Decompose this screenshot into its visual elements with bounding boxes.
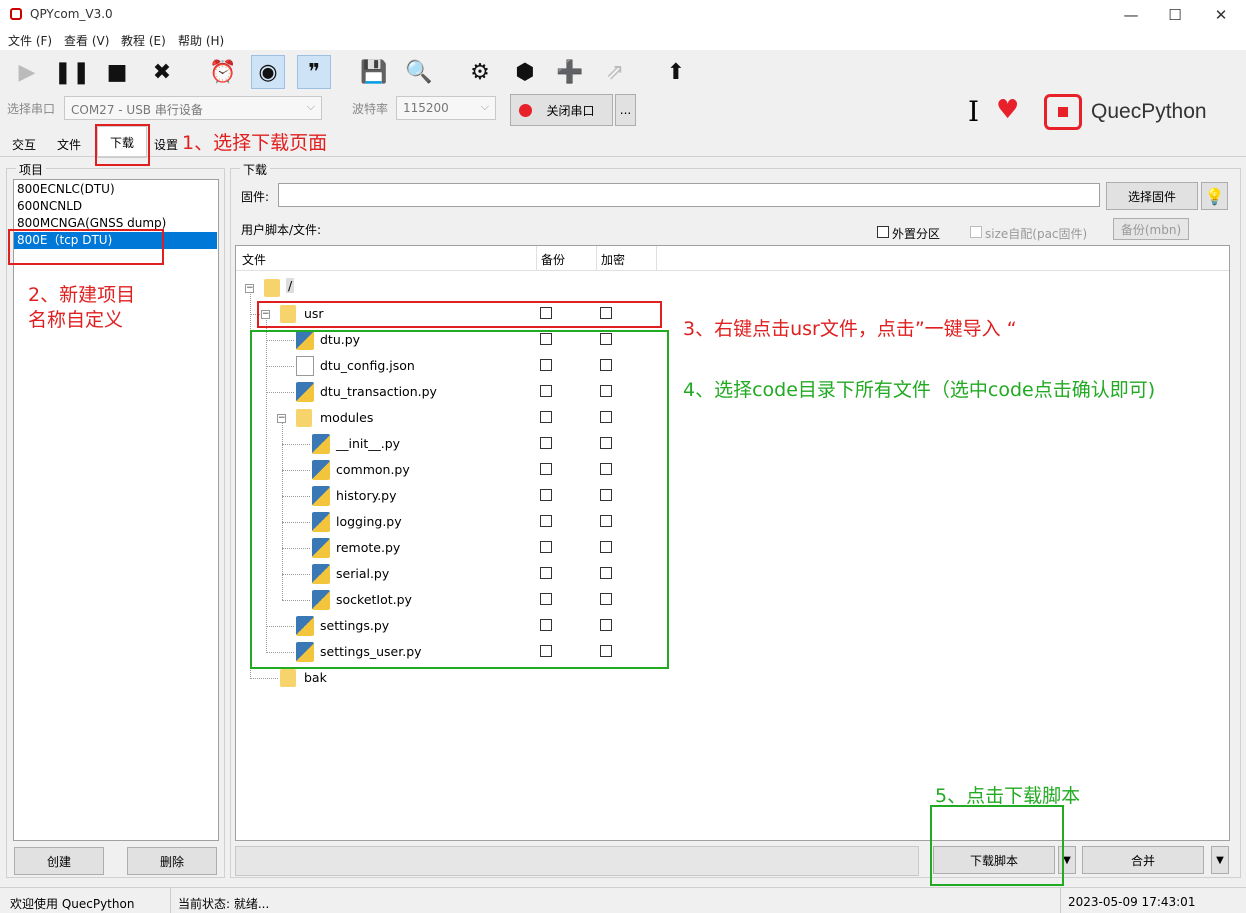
progress-bar — [235, 846, 919, 876]
window-title: QPYcom_V3.0 — [30, 7, 113, 21]
merge-button[interactable]: 合并 — [1082, 846, 1204, 874]
baud-select-value: 115200 — [403, 101, 449, 115]
tab-divider — [0, 156, 1246, 157]
highlight-download-button — [930, 805, 1064, 886]
highlight-new-project — [8, 229, 164, 265]
size-adaptive-label: size自配(pac固件) — [985, 227, 1088, 241]
status-divider — [170, 888, 171, 913]
menu-help[interactable]: 帮助 (H) — [178, 32, 224, 49]
select-firmware-button[interactable]: 选择固件 — [1106, 182, 1198, 210]
collapse-icon[interactable]: − — [245, 284, 254, 293]
firmware-label: 固件: — [241, 190, 270, 204]
quecpython-logo-icon — [1044, 94, 1082, 130]
list-item[interactable]: 600NCNLD — [14, 198, 217, 215]
gear-icon[interactable]: ⚙ — [463, 55, 497, 89]
delete-project-button[interactable]: 删除 — [127, 847, 217, 875]
maximize-button[interactable]: ☐ — [1152, 0, 1198, 30]
tree-line — [250, 678, 278, 679]
firmware-input[interactable] — [278, 183, 1100, 207]
port-select[interactable]: COM27 - USB 串行设备 ⌵ — [64, 96, 322, 120]
column-divider — [536, 246, 537, 270]
highlight-download-tab — [95, 124, 150, 166]
menu-bar: 文件 (F) 查看 (V) 教程 (E) 帮助 (H) — [0, 30, 1246, 50]
annotation-step1: 1、选择下载页面 — [182, 132, 328, 154]
annotation-step2: 2、新建项目 名称自定义 — [28, 283, 135, 333]
user-script-label: 用户脚本/文件: — [241, 223, 322, 237]
package-icon[interactable]: ⬢ — [508, 55, 542, 89]
column-encrypt[interactable]: 加密 — [601, 251, 625, 268]
tree-header: 文件 备份 加密 — [236, 246, 1229, 271]
folder-icon — [264, 279, 280, 297]
heart-icon: ♥ — [996, 95, 1020, 125]
highlight-usr-folder — [257, 301, 662, 328]
annotation-step4: 4、选择code目录下所有文件（选中code点击确认即可) — [683, 379, 1156, 401]
close-button[interactable]: ✕ — [1198, 0, 1244, 30]
chevron-down-icon: ⌵ — [306, 100, 315, 113]
tab-interact[interactable]: 交互 — [4, 133, 44, 155]
annotation-step5: 5、点击下载脚本 — [935, 785, 1081, 807]
external-partition-checkbox[interactable] — [877, 226, 889, 238]
app-icon — [10, 8, 22, 20]
annotation-step2-line1: 2、新建项目 — [28, 284, 136, 306]
minimize-button[interactable]: — — [1108, 0, 1154, 30]
record-dot-icon — [519, 104, 532, 117]
tab-settings[interactable]: 设置 — [150, 133, 182, 155]
menu-tutorial[interactable]: 教程 (E) — [121, 32, 166, 49]
backup-mbn-button[interactable]: 备份(mbn) — [1113, 218, 1189, 240]
baud-select[interactable]: 115200 ⌵ — [396, 96, 496, 120]
project-list[interactable] — [13, 179, 219, 841]
download-group-label: 下载 — [240, 161, 271, 178]
baud-label: 波特率 — [352, 102, 389, 116]
menu-file[interactable]: 文件 (F) — [8, 32, 52, 49]
pause-icon[interactable]: ❚❚ — [54, 55, 91, 89]
quote-icon[interactable]: ❞ — [297, 55, 331, 89]
add-icon[interactable]: ➕ — [553, 55, 587, 89]
export-icon[interactable]: ⇗ — [598, 55, 632, 89]
lightbulb-icon[interactable]: 💡 — [1201, 182, 1228, 210]
column-divider — [656, 246, 657, 270]
more-button[interactable]: ... — [615, 94, 636, 126]
create-project-button[interactable]: 创建 — [14, 847, 104, 875]
run-icon[interactable]: ▶ — [10, 55, 44, 89]
status-divider — [1060, 888, 1061, 913]
menu-view[interactable]: 查看 (V) — [64, 32, 109, 49]
status-state: 当前状态: 就绪... — [178, 897, 270, 911]
status-datetime: 2023-05-09 17:43:01 — [1068, 895, 1196, 909]
external-partition-label: 外置分区 — [892, 227, 941, 241]
column-backup[interactable]: 备份 — [541, 251, 565, 268]
text-cursor-icon: I — [968, 95, 980, 128]
status-bar: 欢迎使用 QuecPython 当前状态: 就绪... 2023-05-09 1… — [0, 887, 1246, 913]
stop-icon[interactable]: ■ — [100, 55, 134, 89]
column-file[interactable]: 文件 — [242, 251, 266, 268]
port-select-value: COM27 - USB 串行设备 — [71, 103, 203, 117]
size-adaptive-checkbox[interactable] — [970, 226, 982, 238]
upload-icon[interactable]: ⬆ — [659, 55, 693, 89]
search-icon[interactable]: 🔍 — [402, 55, 436, 89]
logo-core — [1058, 107, 1068, 117]
toolbar: ▶ ❚❚ ■ ✖ ⏰ ◉ ❞ 💾 🔍 ⚙ ⬢ ➕ ⇗ ⬆ — [0, 50, 1246, 90]
status-welcome: 欢迎使用 QuecPython — [10, 897, 135, 911]
tree-folder-bak[interactable]: bak — [304, 670, 327, 685]
tab-file[interactable]: 文件 — [48, 133, 90, 155]
tree-root[interactable]: / — [286, 278, 295, 293]
annotation-step3: 3、右键点击usr文件，点击”一键导入 “ — [683, 318, 1017, 340]
project-group-label: 项目 — [16, 161, 47, 178]
clear-icon[interactable]: ✖ — [145, 55, 179, 89]
chevron-down-icon[interactable]: ▼ — [1211, 846, 1229, 874]
close-port-label: 关闭串口 — [546, 103, 595, 118]
list-item[interactable]: 800ECNLC(DTU) — [14, 181, 217, 198]
brand-name: QuecPython — [1091, 100, 1207, 123]
highlight-code-files — [250, 330, 669, 669]
chevron-down-icon: ⌵ — [480, 100, 489, 113]
port-label: 选择串口 — [7, 102, 56, 116]
alarm-clock-icon[interactable]: ⏰ — [206, 55, 240, 89]
title-bar: QPYcom_V3.0 — ☐ ✕ — [0, 0, 1246, 30]
close-port-button[interactable]: 关闭串口 — [510, 94, 613, 126]
save-icon[interactable]: 💾 — [357, 55, 391, 89]
column-divider — [596, 246, 597, 270]
terminal-mode-icon[interactable]: ◉ — [251, 55, 285, 89]
annotation-step2-line2: 名称自定义 — [28, 309, 124, 331]
folder-icon — [280, 669, 296, 687]
